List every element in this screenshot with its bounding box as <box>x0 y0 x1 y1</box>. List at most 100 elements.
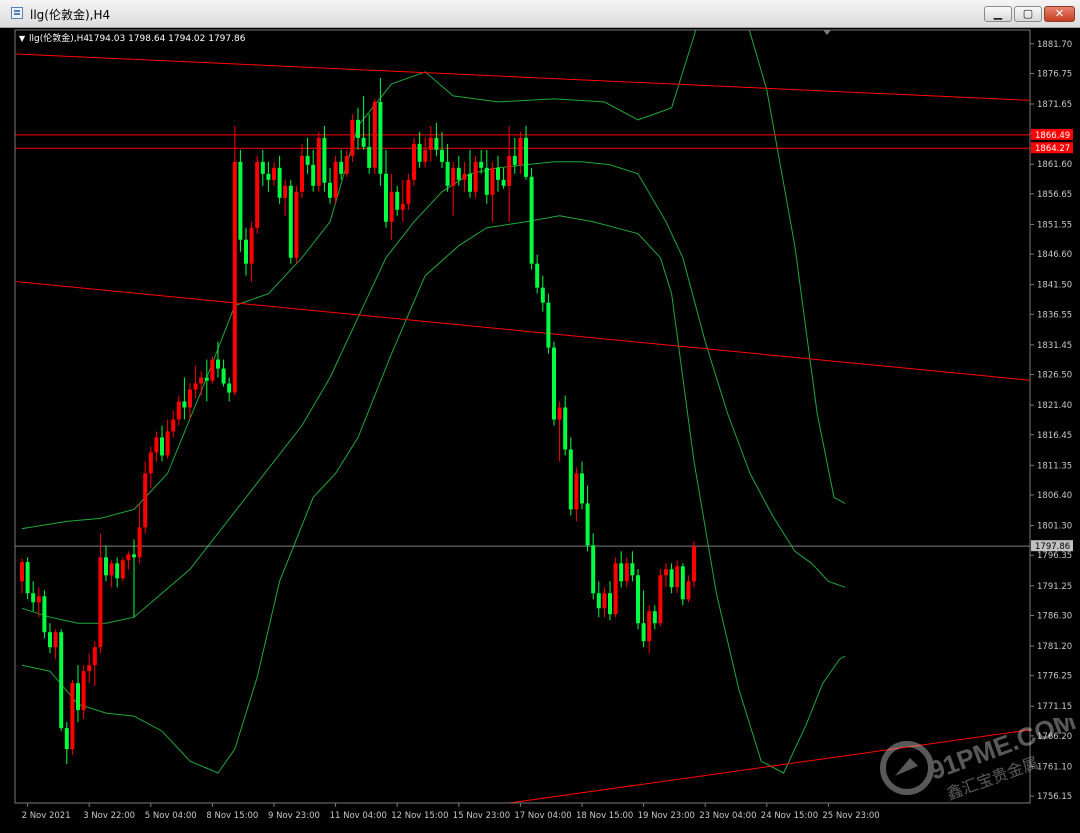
candle <box>479 149 484 174</box>
candle-body <box>647 611 652 642</box>
candle <box>232 125 237 396</box>
candle <box>591 533 596 600</box>
candle <box>664 563 668 588</box>
candle <box>76 665 80 723</box>
candle <box>378 77 383 186</box>
candle-body <box>255 161 260 228</box>
candle-body <box>120 560 125 579</box>
trendline <box>16 53 1030 101</box>
candle <box>70 680 75 756</box>
candle <box>283 179 288 216</box>
candle <box>160 425 164 462</box>
candles <box>20 77 696 765</box>
candle-body <box>423 149 428 162</box>
candle <box>412 137 416 186</box>
chart-info[interactable]: ▼ llg(伦敦金),H4 1794.03 1798.64 1794.02 17… <box>19 32 246 44</box>
price-tick-label: 1801.30 <box>1037 522 1072 532</box>
candle <box>148 446 153 489</box>
price-tick-label: 1811.35 <box>1037 461 1072 471</box>
candle <box>356 107 360 150</box>
candle-body <box>535 263 540 288</box>
candle-body <box>473 161 478 192</box>
minimize-button[interactable]: ▁ <box>984 6 1012 22</box>
candle-body <box>70 683 75 750</box>
candle <box>104 545 108 582</box>
candle-body <box>221 368 226 384</box>
time-tick-label: 9 Nov 23:00 <box>268 811 320 821</box>
candle <box>524 125 528 180</box>
candle <box>574 467 579 522</box>
candle <box>249 221 254 282</box>
candle <box>59 629 64 732</box>
candle <box>227 377 232 402</box>
time-axis: 2 Nov 2021 3 Nov 22:00 5 Nov 04:00 8 Nov 15… <box>22 803 880 821</box>
candle-body <box>188 389 192 408</box>
price-tick-label: 1771.15 <box>1037 702 1072 712</box>
price-tick-label: 1861.60 <box>1037 160 1072 170</box>
candle <box>115 557 120 588</box>
candle-body <box>98 557 103 648</box>
bollinger-middle-band <box>21 161 846 624</box>
candle-body <box>389 191 394 222</box>
candle-body <box>507 155 512 186</box>
candle-body <box>48 632 52 648</box>
candle-body <box>367 146 372 168</box>
candle-body <box>171 419 176 432</box>
chart-menu-arrow-icon[interactable]: ▼ <box>19 34 26 43</box>
candle <box>260 149 265 186</box>
candle <box>473 155 478 198</box>
candle-body <box>692 546 696 582</box>
candle <box>244 227 248 276</box>
current-price-tag: 1797.86 <box>1035 542 1070 552</box>
candle <box>216 341 220 378</box>
candle <box>154 431 159 462</box>
candle-body <box>440 149 444 162</box>
candlestick-chart[interactable]: 1881.701876.751871.651866.701861.601856.… <box>0 28 1080 833</box>
candle-body <box>143 473 148 528</box>
candle <box>143 461 148 534</box>
candle <box>176 395 181 426</box>
time-tick-label: 23 Nov 04:00 <box>699 811 756 821</box>
price-tick-label: 1806.40 <box>1037 491 1072 501</box>
candle-body <box>552 347 556 420</box>
candle <box>613 557 618 618</box>
candle-body <box>232 161 237 393</box>
candle <box>333 155 338 204</box>
candle-body <box>585 503 590 546</box>
candle-body <box>361 137 366 147</box>
candle-body <box>406 179 411 204</box>
maximize-button[interactable]: ▢ <box>1014 6 1042 22</box>
close-button[interactable]: ✕ <box>1044 6 1075 22</box>
candle <box>109 560 114 588</box>
time-tick-label: 2 Nov 2021 <box>22 811 71 821</box>
candle <box>344 149 349 177</box>
candle <box>255 155 260 234</box>
candle-body <box>664 569 668 576</box>
candle-body <box>300 155 304 192</box>
time-tick-label: 8 Nov 15:00 <box>206 811 258 821</box>
candle-body <box>540 287 545 303</box>
chart-area[interactable]: 1881.701876.751871.651866.701861.601856.… <box>0 28 1080 833</box>
chart-frame <box>14 29 1031 804</box>
candle-body <box>680 566 685 600</box>
candle-body <box>641 623 646 642</box>
candle <box>339 149 344 180</box>
candle-body <box>512 155 517 165</box>
candle-body <box>244 239 248 264</box>
price-tick-label: 1756.15 <box>1037 792 1072 802</box>
candle-body <box>428 137 433 150</box>
candle <box>204 359 209 402</box>
price-tick-label: 1791.25 <box>1037 582 1072 592</box>
chart-window-icon <box>11 7 23 19</box>
bollinger-bands <box>21 30 846 774</box>
candle-body <box>294 191 299 258</box>
candle <box>568 437 573 516</box>
candle-body <box>148 452 153 474</box>
candle-body <box>344 155 349 174</box>
time-tick-label: 17 Nov 04:00 <box>514 811 571 821</box>
price-tick-label: 1821.40 <box>1037 401 1072 411</box>
candle-body <box>619 563 624 582</box>
level-tag: 1866.49 <box>1035 131 1070 141</box>
candle <box>456 155 461 186</box>
candle-body <box>636 575 640 624</box>
